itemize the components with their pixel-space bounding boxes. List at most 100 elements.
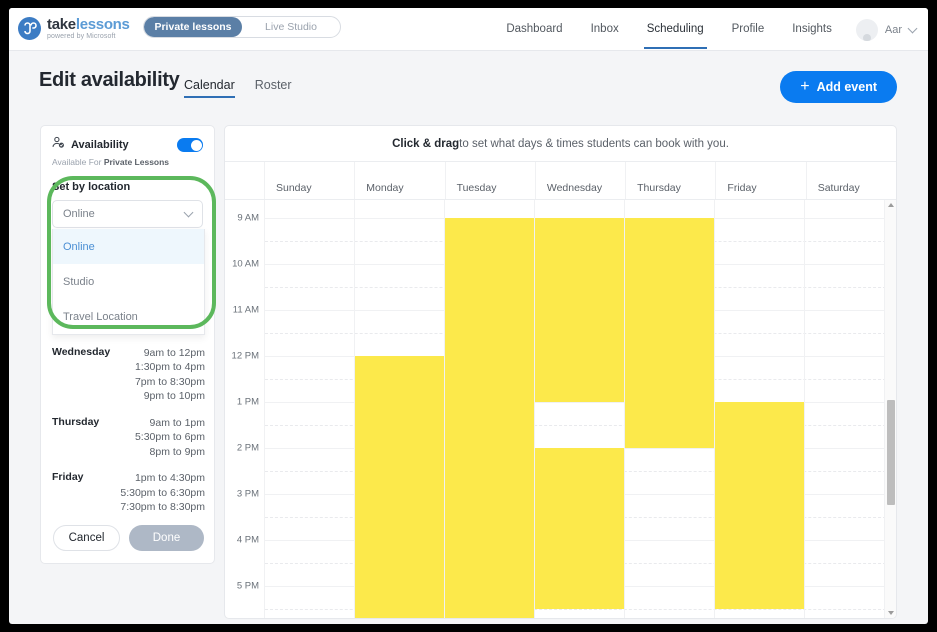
- availability-header-row: Availability: [41, 126, 214, 154]
- schedule-time-range: 5:30pm to 6:30pm: [120, 486, 205, 499]
- availability-block[interactable]: [535, 218, 624, 402]
- takelessons-logo-icon: [18, 17, 41, 40]
- calendar-instruction-bold: Click & drag: [392, 137, 460, 150]
- time-label: 3 PM: [236, 488, 259, 500]
- nav-item-insights[interactable]: Insights: [778, 10, 846, 49]
- time-label: 11 AM: [232, 304, 259, 316]
- header-gutter: [225, 162, 265, 199]
- day-header-friday: Friday: [716, 162, 807, 199]
- time-label: 2 PM: [236, 442, 259, 454]
- brand-name-bold: take: [47, 16, 76, 33]
- done-button[interactable]: Done: [129, 525, 204, 551]
- schedule-time-range: 1pm to 4:30pm: [134, 472, 205, 484]
- tab-calendar[interactable]: Calendar: [184, 78, 235, 98]
- add-event-label: Add event: [816, 80, 877, 94]
- day-header-tuesday: Tuesday: [446, 162, 536, 199]
- day-header-wednesday: Wednesday: [536, 162, 627, 199]
- page-subtabs: Calendar Roster: [184, 78, 292, 98]
- chevron-down-icon: [907, 23, 918, 33]
- nav-item-profile[interactable]: Profile: [718, 10, 779, 49]
- availability-toggle[interactable]: [177, 138, 203, 152]
- scrollbar-thumb[interactable]: [887, 400, 895, 505]
- availability-block[interactable]: [715, 402, 804, 609]
- set-by-location-label: Set by location: [52, 181, 131, 193]
- top-navigation-bar: takelessons powered by Microsoft Private…: [9, 8, 928, 51]
- day-header-monday: Monday: [355, 162, 446, 199]
- calendar-scrollbar[interactable]: [884, 200, 896, 618]
- dropdown-option-studio[interactable]: Studio: [53, 264, 204, 299]
- page-title: Edit availability: [39, 69, 180, 91]
- schedule-time-range: 9pm to 10pm: [143, 390, 205, 402]
- availability-sub-prefix: Available For: [52, 157, 104, 167]
- brand-tagline: powered by Microsoft: [47, 33, 116, 40]
- tab-roster[interactable]: Roster: [255, 78, 292, 98]
- nav-item-inbox[interactable]: Inbox: [577, 10, 633, 49]
- calendar-grid[interactable]: [265, 200, 896, 618]
- schedule-time-range: 7:30pm to 8:30pm: [120, 501, 205, 513]
- day-column-sunday[interactable]: [265, 200, 355, 618]
- day-header-saturday: Saturday: [817, 182, 860, 194]
- availability-subtitle: Available For Private Lessons: [41, 154, 214, 167]
- location-select-value: Online: [63, 208, 95, 220]
- dropdown-option-online[interactable]: Online: [53, 229, 204, 264]
- brand-name: takelessons: [47, 17, 130, 32]
- avatar: [855, 18, 878, 41]
- mode-segmented-control[interactable]: Private lessons Live Studio: [143, 16, 341, 38]
- account-menu[interactable]: Aar: [855, 18, 918, 41]
- segment-live-studio[interactable]: Live Studio: [242, 17, 340, 37]
- scroll-up-arrow-icon[interactable]: [887, 203, 894, 207]
- availability-title: Availability: [71, 139, 129, 151]
- brand-logo-area[interactable]: takelessons powered by Microsoft: [18, 17, 130, 40]
- calendar-instruction-rest: to set what days & times students can bo…: [459, 137, 729, 150]
- scroll-down-arrow-icon[interactable]: [887, 611, 894, 615]
- location-dropdown-list[interactable]: Online Studio Travel Location: [52, 229, 205, 335]
- chevron-down-icon: [183, 207, 194, 218]
- schedule-time-range: 9am to 12pm: [143, 346, 205, 359]
- availability-panel: Availability Available For Private Lesso…: [40, 125, 215, 564]
- calendar-day-header: Sunday Monday Tuesday Wednesday Thursday…: [225, 162, 896, 200]
- day-header-sunday: Sunday: [265, 162, 356, 199]
- schedule-row: Wednesday 9am to 12pm 1:30pm to 4pm 7pm to …: [52, 346, 205, 404]
- weekly-schedule-list: Tuesday9am to 7pmWednesday9am to 12pm1:3…: [41, 319, 216, 527]
- nav-item-scheduling[interactable]: Scheduling: [633, 10, 718, 49]
- schedule-day-label: Thursday: [52, 415, 100, 428]
- day-header-thursday: Thursday: [626, 162, 717, 199]
- calendar-grid-body[interactable]: 9 AM 10 AM 11 AM 12 PM 1 PM 2 PM 3 PM 4 PM 5 PM: [225, 200, 896, 618]
- cancel-button[interactable]: Cancel: [53, 525, 120, 551]
- device-frame: takelessons powered by Microsoft Private…: [0, 0, 937, 632]
- availability-block[interactable]: [355, 356, 444, 618]
- availability-block[interactable]: [445, 218, 534, 618]
- add-event-button[interactable]: + Add event: [780, 71, 897, 103]
- panel-actions: Cancel Done: [41, 525, 216, 551]
- schedule-row: Friday 1pm to 4:30pm 5:30pm to 6:30pm 7:30p…: [52, 471, 205, 515]
- schedule-time-range: 9am to 1pm: [149, 416, 205, 429]
- schedule-times: 9am to 1pm 5:30pm to 6pm 8pm to 9pm: [135, 416, 205, 460]
- person-availability-icon: [52, 136, 65, 154]
- calendar-instruction-banner: Click & drag to set what days & times st…: [225, 126, 896, 162]
- nav-item-dashboard[interactable]: Dashboard: [492, 10, 576, 49]
- time-label: 9 AM: [237, 212, 259, 224]
- app-screen: takelessons powered by Microsoft Private…: [9, 8, 928, 624]
- account-name: Aar: [884, 23, 902, 36]
- schedule-day-label: Friday: [52, 471, 84, 483]
- schedule-row: Thursday 9am to 1pm 5:30pm to 6pm 8pm to 9p…: [52, 416, 205, 460]
- dropdown-option-travel-location[interactable]: Travel Location: [53, 299, 204, 334]
- time-label: 4 PM: [236, 534, 259, 546]
- schedule-times: 1pm to 4:30pm 5:30pm to 6:30pm 7:30pm to 8…: [120, 471, 205, 515]
- availability-block[interactable]: [535, 448, 624, 609]
- plus-icon: +: [800, 77, 810, 95]
- schedule-time-range: 5:30pm to 6pm: [134, 431, 205, 443]
- brand-name-light: lessons: [75, 16, 130, 33]
- schedule-time-range: 1:30pm to 4pm: [134, 361, 205, 373]
- time-label: 12 PM: [231, 350, 259, 362]
- main-nav: Dashboard Inbox Scheduling Profile Insig…: [492, 8, 918, 51]
- schedule-times: 9am to 12pm 1:30pm to 4pm 7pm to 8:30pm 9pm…: [135, 346, 205, 404]
- location-select[interactable]: Online: [52, 200, 203, 228]
- availability-block[interactable]: [625, 218, 714, 448]
- schedule-time-range: 7pm to 8:30pm: [134, 375, 205, 388]
- time-label: 10 AM: [232, 258, 259, 270]
- day-column-saturday[interactable]: [805, 200, 895, 618]
- segment-private-lessons[interactable]: Private lessons: [144, 17, 242, 37]
- page-header: Edit availability Calendar Roster + Add …: [9, 51, 928, 111]
- availability-calendar: Click & drag to set what days & times st…: [224, 125, 897, 619]
